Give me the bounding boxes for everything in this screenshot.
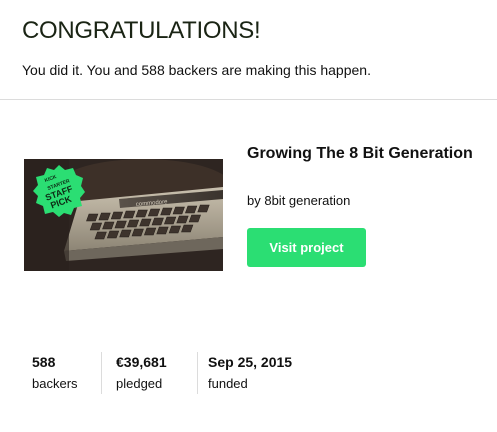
staff-pick-badge-icon: KICK STARTER STAFF PICK: [33, 165, 85, 217]
divider: [0, 99, 497, 100]
stat-funded: Sep 25, 2015 funded: [208, 354, 292, 391]
project-image[interactable]: commodore KICK STARTER STAFF PICK: [24, 159, 223, 271]
stat-divider: [197, 352, 198, 394]
stat-pledged: €39,681 pledged: [116, 354, 167, 391]
pledge-confirmation-page: CONGRATULATIONS! You did it. You and 588…: [0, 0, 497, 432]
backers-count: 588: [32, 354, 56, 370]
project-creator: by 8bit generation: [247, 193, 351, 208]
pledged-amount: €39,681: [116, 354, 167, 370]
funded-date: Sep 25, 2015: [208, 354, 293, 370]
backers-label: backers: [32, 376, 78, 391]
success-message: You did it. You and 588 backers are maki…: [22, 62, 371, 78]
project-title[interactable]: Growing The 8 Bit Generation: [247, 144, 477, 164]
visit-project-button[interactable]: Visit project: [247, 228, 366, 267]
stat-backers: 588 backers: [32, 354, 78, 391]
congratulations-heading: CONGRATULATIONS!: [22, 17, 261, 44]
funded-label: funded: [208, 376, 248, 391]
stat-divider: [101, 352, 102, 394]
pledged-label: pledged: [116, 376, 163, 391]
